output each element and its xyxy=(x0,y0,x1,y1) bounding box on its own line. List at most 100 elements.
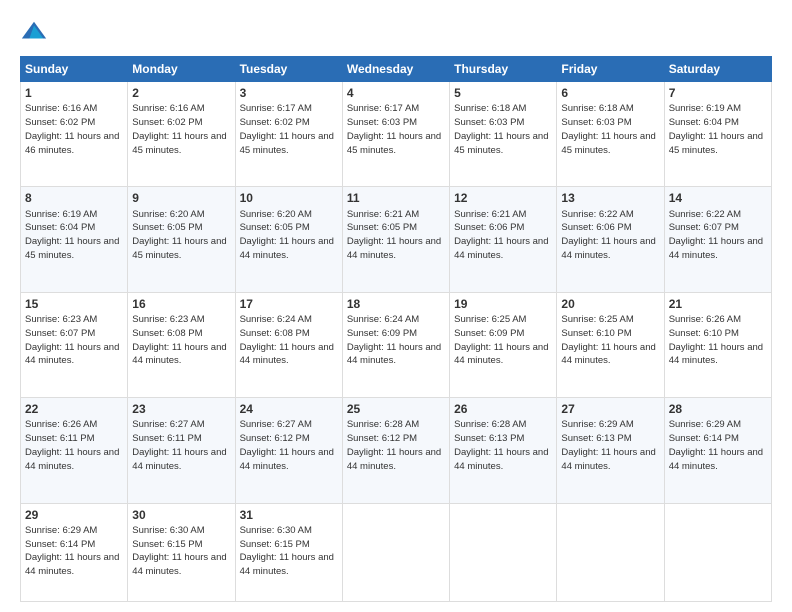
day-number: 1 xyxy=(25,85,123,101)
calendar-week-row: 8 Sunrise: 6:19 AMSunset: 6:04 PMDayligh… xyxy=(21,187,772,292)
header xyxy=(20,18,772,46)
calendar-day-cell: 30 Sunrise: 6:30 AMSunset: 6:15 PMDaylig… xyxy=(128,503,235,602)
calendar-day-header: Saturday xyxy=(664,57,771,82)
day-number: 9 xyxy=(132,190,230,206)
day-number: 5 xyxy=(454,85,552,101)
day-number: 19 xyxy=(454,296,552,312)
calendar-day-cell: 27 Sunrise: 6:29 AMSunset: 6:13 PMDaylig… xyxy=(557,398,664,503)
day-info: Sunrise: 6:21 AMSunset: 6:06 PMDaylight:… xyxy=(454,209,548,261)
day-info: Sunrise: 6:24 AMSunset: 6:09 PMDaylight:… xyxy=(347,314,441,366)
calendar-day-cell: 21 Sunrise: 6:26 AMSunset: 6:10 PMDaylig… xyxy=(664,292,771,397)
calendar-day-cell: 16 Sunrise: 6:23 AMSunset: 6:08 PMDaylig… xyxy=(128,292,235,397)
calendar-day-cell: 1 Sunrise: 6:16 AMSunset: 6:02 PMDayligh… xyxy=(21,82,128,187)
day-number: 21 xyxy=(669,296,767,312)
calendar-day-cell: 10 Sunrise: 6:20 AMSunset: 6:05 PMDaylig… xyxy=(235,187,342,292)
day-number: 13 xyxy=(561,190,659,206)
calendar-day-cell xyxy=(664,503,771,602)
day-info: Sunrise: 6:22 AMSunset: 6:07 PMDaylight:… xyxy=(669,209,763,261)
calendar-day-cell: 5 Sunrise: 6:18 AMSunset: 6:03 PMDayligh… xyxy=(450,82,557,187)
day-number: 7 xyxy=(669,85,767,101)
day-info: Sunrise: 6:28 AMSunset: 6:12 PMDaylight:… xyxy=(347,419,441,471)
day-number: 30 xyxy=(132,507,230,523)
calendar-day-cell: 22 Sunrise: 6:26 AMSunset: 6:11 PMDaylig… xyxy=(21,398,128,503)
calendar-day-cell: 25 Sunrise: 6:28 AMSunset: 6:12 PMDaylig… xyxy=(342,398,449,503)
calendar-day-cell: 31 Sunrise: 6:30 AMSunset: 6:15 PMDaylig… xyxy=(235,503,342,602)
day-info: Sunrise: 6:16 AMSunset: 6:02 PMDaylight:… xyxy=(132,103,226,155)
calendar-header-row: SundayMondayTuesdayWednesdayThursdayFrid… xyxy=(21,57,772,82)
page: SundayMondayTuesdayWednesdayThursdayFrid… xyxy=(0,0,792,612)
calendar-day-cell: 8 Sunrise: 6:19 AMSunset: 6:04 PMDayligh… xyxy=(21,187,128,292)
day-number: 26 xyxy=(454,401,552,417)
day-number: 8 xyxy=(25,190,123,206)
calendar-day-cell: 4 Sunrise: 6:17 AMSunset: 6:03 PMDayligh… xyxy=(342,82,449,187)
calendar-day-cell xyxy=(557,503,664,602)
day-number: 31 xyxy=(240,507,338,523)
calendar-day-cell: 17 Sunrise: 6:24 AMSunset: 6:08 PMDaylig… xyxy=(235,292,342,397)
calendar-day-cell: 3 Sunrise: 6:17 AMSunset: 6:02 PMDayligh… xyxy=(235,82,342,187)
day-number: 3 xyxy=(240,85,338,101)
calendar-day-cell: 23 Sunrise: 6:27 AMSunset: 6:11 PMDaylig… xyxy=(128,398,235,503)
calendar-day-header: Sunday xyxy=(21,57,128,82)
calendar-day-cell: 20 Sunrise: 6:25 AMSunset: 6:10 PMDaylig… xyxy=(557,292,664,397)
calendar-day-cell: 28 Sunrise: 6:29 AMSunset: 6:14 PMDaylig… xyxy=(664,398,771,503)
day-info: Sunrise: 6:21 AMSunset: 6:05 PMDaylight:… xyxy=(347,209,441,261)
day-number: 14 xyxy=(669,190,767,206)
day-info: Sunrise: 6:29 AMSunset: 6:14 PMDaylight:… xyxy=(25,525,119,577)
day-number: 18 xyxy=(347,296,445,312)
day-info: Sunrise: 6:18 AMSunset: 6:03 PMDaylight:… xyxy=(561,103,655,155)
day-number: 17 xyxy=(240,296,338,312)
day-info: Sunrise: 6:25 AMSunset: 6:09 PMDaylight:… xyxy=(454,314,548,366)
day-info: Sunrise: 6:28 AMSunset: 6:13 PMDaylight:… xyxy=(454,419,548,471)
calendar-day-cell: 11 Sunrise: 6:21 AMSunset: 6:05 PMDaylig… xyxy=(342,187,449,292)
day-info: Sunrise: 6:16 AMSunset: 6:02 PMDaylight:… xyxy=(25,103,119,155)
calendar-day-cell: 29 Sunrise: 6:29 AMSunset: 6:14 PMDaylig… xyxy=(21,503,128,602)
day-number: 16 xyxy=(132,296,230,312)
day-number: 2 xyxy=(132,85,230,101)
day-info: Sunrise: 6:27 AMSunset: 6:12 PMDaylight:… xyxy=(240,419,334,471)
day-info: Sunrise: 6:26 AMSunset: 6:11 PMDaylight:… xyxy=(25,419,119,471)
logo xyxy=(20,18,52,46)
day-number: 25 xyxy=(347,401,445,417)
day-info: Sunrise: 6:20 AMSunset: 6:05 PMDaylight:… xyxy=(240,209,334,261)
logo-icon xyxy=(20,18,48,46)
calendar-week-row: 15 Sunrise: 6:23 AMSunset: 6:07 PMDaylig… xyxy=(21,292,772,397)
calendar-day-cell: 26 Sunrise: 6:28 AMSunset: 6:13 PMDaylig… xyxy=(450,398,557,503)
day-info: Sunrise: 6:19 AMSunset: 6:04 PMDaylight:… xyxy=(25,209,119,261)
calendar-day-cell: 12 Sunrise: 6:21 AMSunset: 6:06 PMDaylig… xyxy=(450,187,557,292)
day-number: 11 xyxy=(347,190,445,206)
day-number: 23 xyxy=(132,401,230,417)
day-info: Sunrise: 6:26 AMSunset: 6:10 PMDaylight:… xyxy=(669,314,763,366)
day-number: 6 xyxy=(561,85,659,101)
day-info: Sunrise: 6:25 AMSunset: 6:10 PMDaylight:… xyxy=(561,314,655,366)
day-number: 22 xyxy=(25,401,123,417)
day-number: 24 xyxy=(240,401,338,417)
day-info: Sunrise: 6:29 AMSunset: 6:14 PMDaylight:… xyxy=(669,419,763,471)
day-info: Sunrise: 6:20 AMSunset: 6:05 PMDaylight:… xyxy=(132,209,226,261)
day-number: 10 xyxy=(240,190,338,206)
day-number: 20 xyxy=(561,296,659,312)
calendar-table: SundayMondayTuesdayWednesdayThursdayFrid… xyxy=(20,56,772,602)
day-info: Sunrise: 6:24 AMSunset: 6:08 PMDaylight:… xyxy=(240,314,334,366)
day-info: Sunrise: 6:22 AMSunset: 6:06 PMDaylight:… xyxy=(561,209,655,261)
calendar-day-header: Tuesday xyxy=(235,57,342,82)
calendar-day-cell: 19 Sunrise: 6:25 AMSunset: 6:09 PMDaylig… xyxy=(450,292,557,397)
day-info: Sunrise: 6:17 AMSunset: 6:03 PMDaylight:… xyxy=(347,103,441,155)
calendar-day-cell: 18 Sunrise: 6:24 AMSunset: 6:09 PMDaylig… xyxy=(342,292,449,397)
calendar-week-row: 1 Sunrise: 6:16 AMSunset: 6:02 PMDayligh… xyxy=(21,82,772,187)
calendar-day-cell: 7 Sunrise: 6:19 AMSunset: 6:04 PMDayligh… xyxy=(664,82,771,187)
calendar-day-cell: 15 Sunrise: 6:23 AMSunset: 6:07 PMDaylig… xyxy=(21,292,128,397)
calendar-day-cell: 6 Sunrise: 6:18 AMSunset: 6:03 PMDayligh… xyxy=(557,82,664,187)
day-info: Sunrise: 6:19 AMSunset: 6:04 PMDaylight:… xyxy=(669,103,763,155)
calendar-day-cell: 2 Sunrise: 6:16 AMSunset: 6:02 PMDayligh… xyxy=(128,82,235,187)
day-info: Sunrise: 6:30 AMSunset: 6:15 PMDaylight:… xyxy=(240,525,334,577)
calendar-day-header: Friday xyxy=(557,57,664,82)
day-info: Sunrise: 6:30 AMSunset: 6:15 PMDaylight:… xyxy=(132,525,226,577)
calendar-day-header: Thursday xyxy=(450,57,557,82)
day-number: 27 xyxy=(561,401,659,417)
day-number: 12 xyxy=(454,190,552,206)
calendar-day-header: Wednesday xyxy=(342,57,449,82)
day-info: Sunrise: 6:17 AMSunset: 6:02 PMDaylight:… xyxy=(240,103,334,155)
calendar-day-cell: 24 Sunrise: 6:27 AMSunset: 6:12 PMDaylig… xyxy=(235,398,342,503)
calendar-day-cell: 14 Sunrise: 6:22 AMSunset: 6:07 PMDaylig… xyxy=(664,187,771,292)
calendar-day-cell xyxy=(342,503,449,602)
